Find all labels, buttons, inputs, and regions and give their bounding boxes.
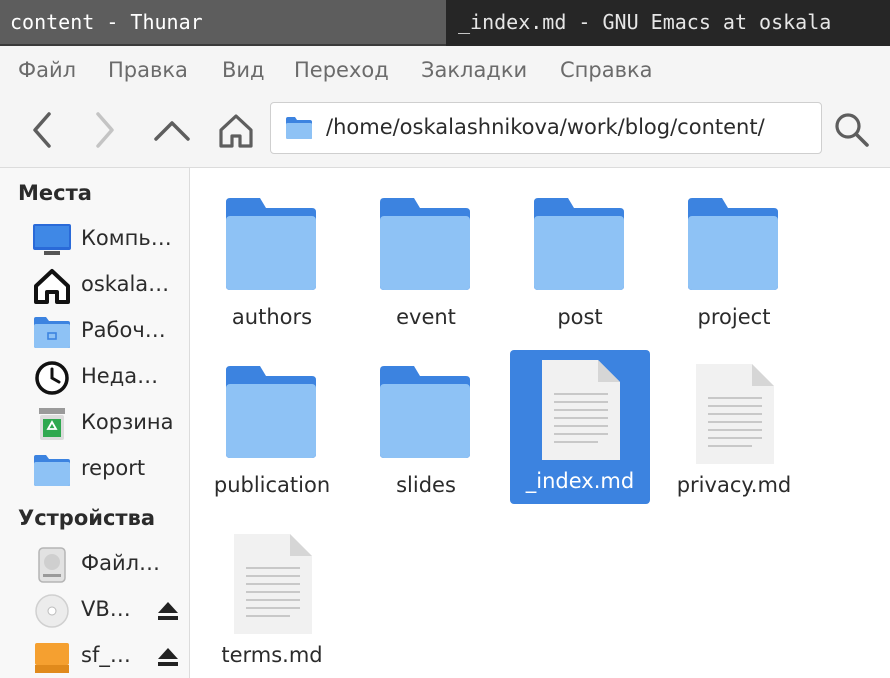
file-name: event: [356, 300, 496, 334]
sidebar-item-home[interactable]: oskala…: [0, 264, 189, 308]
up-button[interactable]: [147, 104, 197, 156]
file-item-authors[interactable]: authors: [202, 186, 342, 340]
folder-icon: [688, 198, 778, 290]
sidebar-item-label: Рабоч…: [81, 318, 166, 342]
menu-file[interactable]: Файл: [18, 58, 76, 82]
home-button[interactable]: [211, 104, 261, 156]
menu-edit[interactable]: Правка: [108, 58, 188, 82]
folder-icon: [380, 366, 470, 458]
file-item-post[interactable]: post: [510, 186, 650, 340]
menu-bookmarks[interactable]: Закладки: [421, 58, 527, 82]
file-name: post: [510, 300, 650, 334]
file-view[interactable]: authors event post project publication s…: [190, 168, 890, 678]
sidebar-item-filesystem[interactable]: Файл…: [0, 543, 189, 587]
sidebar-item-vbox-disc[interactable]: VB…: [0, 589, 189, 633]
sidebar-item-label: Корзина: [81, 410, 174, 434]
file-item-privacy-md[interactable]: privacy.md: [664, 354, 804, 508]
sidebar-item-shared-folder[interactable]: sf_…: [0, 635, 189, 678]
sidebar-item-label: oskala…: [81, 272, 170, 296]
menubar: Файл Правка Вид Переход Закладки Справка: [0, 46, 890, 94]
eject-icon[interactable]: [156, 645, 180, 669]
taskbar-item-emacs[interactable]: _index.md - GNU Emacs at oskala: [448, 0, 890, 46]
sidebar-item-label: Неда…: [81, 364, 159, 388]
chevron-left-icon: [33, 112, 51, 148]
chevron-right-icon: [96, 112, 114, 148]
text-document-icon: [542, 360, 620, 460]
search-button[interactable]: [827, 104, 877, 156]
folder-icon: [226, 366, 316, 458]
drive-icon: [38, 547, 66, 583]
eject-icon[interactable]: [156, 599, 180, 623]
file-name: publication: [202, 468, 342, 502]
folder-icon: [226, 198, 316, 290]
folder-icon: [34, 455, 70, 486]
toolbar: /home/oskalashnikova/work/blog/content/: [0, 94, 890, 168]
file-name: authors: [202, 300, 342, 334]
file-item-project[interactable]: project: [664, 186, 804, 340]
sidebar: Места Компь… oskala… Рабоч… Неда… Корзин…: [0, 168, 190, 678]
file-name: slides: [356, 468, 496, 502]
file-item-event[interactable]: event: [356, 186, 496, 340]
file-item-publication[interactable]: publication: [202, 354, 342, 508]
back-button[interactable]: [17, 104, 67, 156]
menu-view[interactable]: Вид: [222, 58, 265, 82]
search-icon: [835, 113, 869, 147]
sidebar-item-recent[interactable]: Неда…: [0, 356, 189, 400]
taskbar: content - Thunar _index.md - GNU Emacs a…: [0, 0, 890, 46]
chevron-up-icon: [154, 121, 190, 141]
folder-icon: [380, 198, 470, 290]
file-name: terms.md: [202, 638, 342, 672]
location-bar[interactable]: /home/oskalashnikova/work/blog/content/: [270, 102, 822, 154]
home-icon: [219, 114, 253, 148]
forward-button[interactable]: [80, 104, 130, 156]
sidebar-item-report[interactable]: report: [0, 448, 189, 492]
home-icon: [34, 269, 70, 304]
menu-go[interactable]: Переход: [294, 58, 389, 82]
sidebar-item-label: Файл…: [81, 551, 161, 575]
menu-help[interactable]: Справка: [560, 58, 653, 82]
clock-icon: [35, 361, 69, 395]
file-item-terms-md[interactable]: terms.md: [202, 524, 342, 678]
folder-icon: [286, 117, 312, 139]
text-document-icon: [234, 534, 312, 634]
file-name: _index.md: [510, 464, 650, 498]
disc-icon: [35, 594, 69, 628]
folder-icon: [534, 198, 624, 290]
sidebar-heading-devices: Устройства: [18, 506, 156, 530]
sidebar-item-computer[interactable]: Компь…: [0, 218, 189, 262]
removable-drive-icon: [35, 643, 69, 673]
file-name: project: [664, 300, 804, 334]
sidebar-item-label: VB…: [81, 597, 131, 621]
taskbar-item-thunar[interactable]: content - Thunar: [0, 0, 446, 46]
location-path: /home/oskalashnikova/work/blog/content/: [326, 115, 765, 139]
sidebar-item-desktop[interactable]: Рабоч…: [0, 310, 189, 354]
computer-icon: [33, 224, 71, 255]
sidebar-item-label: Компь…: [81, 226, 172, 250]
desktop-folder-icon: [34, 317, 70, 348]
sidebar-item-label: sf_…: [81, 643, 131, 667]
sidebar-item-label: report: [81, 456, 146, 480]
sidebar-item-trash[interactable]: Корзина: [0, 402, 189, 446]
trash-icon: [39, 408, 65, 440]
text-document-icon: [696, 364, 774, 464]
file-name: privacy.md: [664, 468, 804, 502]
file-item-index-md[interactable]: _index.md: [510, 350, 650, 504]
sidebar-heading-places: Места: [18, 181, 92, 205]
file-item-slides[interactable]: slides: [356, 354, 496, 508]
